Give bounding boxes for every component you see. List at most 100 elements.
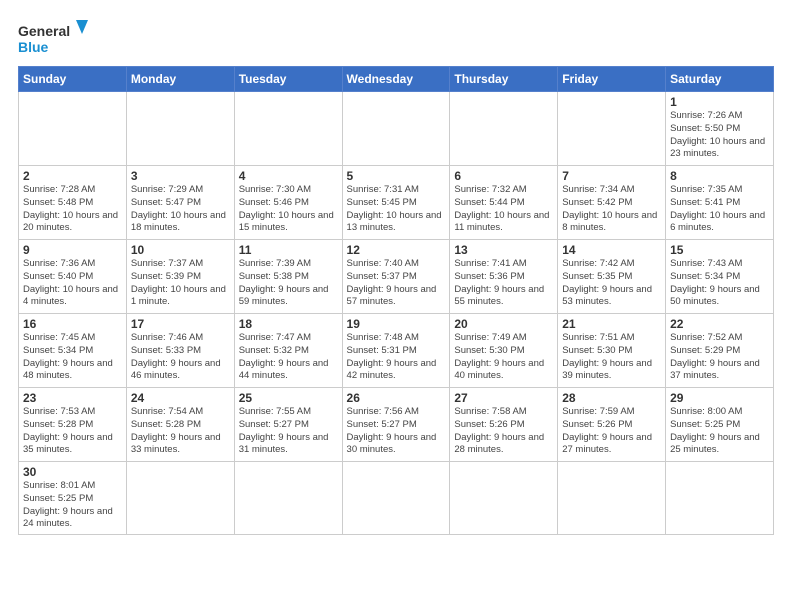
calendar-cell: 26Sunrise: 7:56 AM Sunset: 5:27 PM Dayli…	[342, 388, 450, 462]
calendar-cell: 12Sunrise: 7:40 AM Sunset: 5:37 PM Dayli…	[342, 240, 450, 314]
day-number: 28	[562, 391, 661, 405]
day-info: Sunrise: 8:01 AM Sunset: 5:25 PM Dayligh…	[23, 480, 122, 531]
day-number: 24	[131, 391, 230, 405]
day-info: Sunrise: 7:31 AM Sunset: 5:45 PM Dayligh…	[347, 184, 446, 235]
day-number: 8	[670, 169, 769, 183]
logo: General Blue	[18, 18, 88, 58]
day-number: 19	[347, 317, 446, 331]
svg-text:Blue: Blue	[18, 39, 49, 55]
calendar-cell: 3Sunrise: 7:29 AM Sunset: 5:47 PM Daylig…	[126, 166, 234, 240]
day-info: Sunrise: 7:52 AM Sunset: 5:29 PM Dayligh…	[670, 332, 769, 383]
calendar-cell: 22Sunrise: 7:52 AM Sunset: 5:29 PM Dayli…	[666, 314, 774, 388]
day-number: 18	[239, 317, 338, 331]
calendar-cell: 27Sunrise: 7:58 AM Sunset: 5:26 PM Dayli…	[450, 388, 558, 462]
calendar-cell: 15Sunrise: 7:43 AM Sunset: 5:34 PM Dayli…	[666, 240, 774, 314]
day-info: Sunrise: 7:45 AM Sunset: 5:34 PM Dayligh…	[23, 332, 122, 383]
day-info: Sunrise: 7:29 AM Sunset: 5:47 PM Dayligh…	[131, 184, 230, 235]
day-number: 6	[454, 169, 553, 183]
calendar-cell	[19, 92, 127, 166]
day-number: 2	[23, 169, 122, 183]
day-info: Sunrise: 7:26 AM Sunset: 5:50 PM Dayligh…	[670, 110, 769, 161]
calendar-cell: 24Sunrise: 7:54 AM Sunset: 5:28 PM Dayli…	[126, 388, 234, 462]
calendar-cell: 19Sunrise: 7:48 AM Sunset: 5:31 PM Dayli…	[342, 314, 450, 388]
day-of-week-header: Sunday	[19, 67, 127, 92]
day-info: Sunrise: 7:43 AM Sunset: 5:34 PM Dayligh…	[670, 258, 769, 309]
day-number: 17	[131, 317, 230, 331]
day-info: Sunrise: 7:58 AM Sunset: 5:26 PM Dayligh…	[454, 406, 553, 457]
day-number: 14	[562, 243, 661, 257]
calendar-cell: 16Sunrise: 7:45 AM Sunset: 5:34 PM Dayli…	[19, 314, 127, 388]
day-info: Sunrise: 7:40 AM Sunset: 5:37 PM Dayligh…	[347, 258, 446, 309]
day-of-week-header: Monday	[126, 67, 234, 92]
day-info: Sunrise: 7:30 AM Sunset: 5:46 PM Dayligh…	[239, 184, 338, 235]
day-number: 21	[562, 317, 661, 331]
calendar-cell: 28Sunrise: 7:59 AM Sunset: 5:26 PM Dayli…	[558, 388, 666, 462]
day-info: Sunrise: 7:34 AM Sunset: 5:42 PM Dayligh…	[562, 184, 661, 235]
calendar-cell	[666, 462, 774, 535]
calendar-cell	[450, 462, 558, 535]
day-of-week-header: Friday	[558, 67, 666, 92]
calendar-cell: 14Sunrise: 7:42 AM Sunset: 5:35 PM Dayli…	[558, 240, 666, 314]
logo-svg: General Blue	[18, 18, 88, 58]
calendar-cell: 18Sunrise: 7:47 AM Sunset: 5:32 PM Dayli…	[234, 314, 342, 388]
calendar-cell: 13Sunrise: 7:41 AM Sunset: 5:36 PM Dayli…	[450, 240, 558, 314]
day-number: 7	[562, 169, 661, 183]
day-number: 13	[454, 243, 553, 257]
day-info: Sunrise: 8:00 AM Sunset: 5:25 PM Dayligh…	[670, 406, 769, 457]
day-info: Sunrise: 7:51 AM Sunset: 5:30 PM Dayligh…	[562, 332, 661, 383]
day-info: Sunrise: 7:36 AM Sunset: 5:40 PM Dayligh…	[23, 258, 122, 309]
calendar-cell: 20Sunrise: 7:49 AM Sunset: 5:30 PM Dayli…	[450, 314, 558, 388]
day-number: 26	[347, 391, 446, 405]
day-number: 4	[239, 169, 338, 183]
calendar-cell: 2Sunrise: 7:28 AM Sunset: 5:48 PM Daylig…	[19, 166, 127, 240]
day-info: Sunrise: 7:48 AM Sunset: 5:31 PM Dayligh…	[347, 332, 446, 383]
day-number: 29	[670, 391, 769, 405]
calendar-cell: 8Sunrise: 7:35 AM Sunset: 5:41 PM Daylig…	[666, 166, 774, 240]
calendar-cell: 1Sunrise: 7:26 AM Sunset: 5:50 PM Daylig…	[666, 92, 774, 166]
calendar-cell: 10Sunrise: 7:37 AM Sunset: 5:39 PM Dayli…	[126, 240, 234, 314]
day-info: Sunrise: 7:49 AM Sunset: 5:30 PM Dayligh…	[454, 332, 553, 383]
day-info: Sunrise: 7:46 AM Sunset: 5:33 PM Dayligh…	[131, 332, 230, 383]
day-info: Sunrise: 7:42 AM Sunset: 5:35 PM Dayligh…	[562, 258, 661, 309]
day-number: 23	[23, 391, 122, 405]
calendar-cell: 6Sunrise: 7:32 AM Sunset: 5:44 PM Daylig…	[450, 166, 558, 240]
calendar-cell: 21Sunrise: 7:51 AM Sunset: 5:30 PM Dayli…	[558, 314, 666, 388]
calendar-cell	[450, 92, 558, 166]
calendar-cell	[342, 92, 450, 166]
day-number: 11	[239, 243, 338, 257]
day-info: Sunrise: 7:41 AM Sunset: 5:36 PM Dayligh…	[454, 258, 553, 309]
day-number: 5	[347, 169, 446, 183]
day-number: 1	[670, 95, 769, 109]
day-number: 9	[23, 243, 122, 257]
day-number: 30	[23, 465, 122, 479]
calendar-cell: 4Sunrise: 7:30 AM Sunset: 5:46 PM Daylig…	[234, 166, 342, 240]
day-info: Sunrise: 7:32 AM Sunset: 5:44 PM Dayligh…	[454, 184, 553, 235]
day-of-week-header: Thursday	[450, 67, 558, 92]
day-number: 12	[347, 243, 446, 257]
day-info: Sunrise: 7:55 AM Sunset: 5:27 PM Dayligh…	[239, 406, 338, 457]
calendar-cell: 9Sunrise: 7:36 AM Sunset: 5:40 PM Daylig…	[19, 240, 127, 314]
day-info: Sunrise: 7:47 AM Sunset: 5:32 PM Dayligh…	[239, 332, 338, 383]
calendar-cell: 29Sunrise: 8:00 AM Sunset: 5:25 PM Dayli…	[666, 388, 774, 462]
calendar: SundayMondayTuesdayWednesdayThursdayFrid…	[18, 66, 774, 535]
day-info: Sunrise: 7:28 AM Sunset: 5:48 PM Dayligh…	[23, 184, 122, 235]
day-number: 10	[131, 243, 230, 257]
day-of-week-header: Wednesday	[342, 67, 450, 92]
calendar-cell: 25Sunrise: 7:55 AM Sunset: 5:27 PM Dayli…	[234, 388, 342, 462]
day-of-week-header: Tuesday	[234, 67, 342, 92]
calendar-cell: 23Sunrise: 7:53 AM Sunset: 5:28 PM Dayli…	[19, 388, 127, 462]
calendar-cell	[342, 462, 450, 535]
day-info: Sunrise: 7:56 AM Sunset: 5:27 PM Dayligh…	[347, 406, 446, 457]
day-of-week-header: Saturday	[666, 67, 774, 92]
calendar-cell: 7Sunrise: 7:34 AM Sunset: 5:42 PM Daylig…	[558, 166, 666, 240]
day-number: 25	[239, 391, 338, 405]
day-number: 3	[131, 169, 230, 183]
day-info: Sunrise: 7:39 AM Sunset: 5:38 PM Dayligh…	[239, 258, 338, 309]
day-number: 20	[454, 317, 553, 331]
day-info: Sunrise: 7:35 AM Sunset: 5:41 PM Dayligh…	[670, 184, 769, 235]
calendar-cell: 5Sunrise: 7:31 AM Sunset: 5:45 PM Daylig…	[342, 166, 450, 240]
day-number: 22	[670, 317, 769, 331]
calendar-cell	[234, 92, 342, 166]
svg-text:General: General	[18, 23, 70, 39]
day-number: 16	[23, 317, 122, 331]
